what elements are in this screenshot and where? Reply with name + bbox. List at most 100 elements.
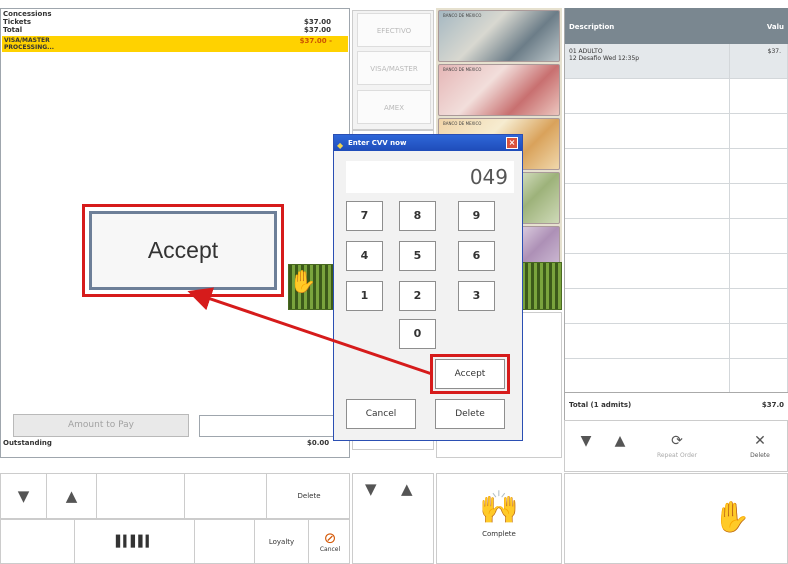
pos-screen: Concessions Tickets $37.00 Total $37.00 … [0,0,788,564]
barcode-button[interactable]: ▌▍▌▌▍ [75,520,195,563]
cvv-display: 049 [346,161,514,193]
app-icon: ◆ [337,141,344,150]
hand-icon: 🙌 [479,488,519,526]
bottom-action-bar: ▌▍▌▌▍ Loyalty ⊘ Cancel [0,519,350,564]
order-action-bar: ▼ ▲ ⟳ Repeat Order ✕ Delete [564,420,788,472]
cancel-icon: ⊘ [323,528,337,547]
visa-master-button[interactable]: VISA/MASTER [357,51,431,85]
order-line[interactable] [565,149,788,184]
key-9[interactable]: 9 [458,201,495,231]
order-total-row: Total (1 admits) $37.0 [565,392,788,420]
order-line[interactable] [565,324,788,359]
key-1[interactable]: 1 [346,281,383,311]
amount-to-pay-button[interactable]: Amount to Pay [13,414,189,437]
banknote-button[interactable]: BANCO DE MEXICO [438,64,560,116]
key-5[interactable]: 5 [399,241,436,271]
payment-value: $37.00 - [299,37,332,45]
scroll-down-button[interactable]: ▼ [1,474,47,518]
dialog-titlebar: ◆ Enter CVV now × [334,135,522,151]
delete-icon: ✕ [754,433,766,449]
item-price: $37. [767,48,781,55]
order-line[interactable] [565,184,788,219]
order-line[interactable] [565,359,788,394]
item-name: 01 ADULTO [569,48,603,55]
accept-callout: Accept [82,204,284,297]
cancel-label: Cancel [319,545,341,553]
banknote-label: BANCO DE MEXICO [443,121,482,126]
empty-button[interactable] [1,520,75,563]
delete-digit-button[interactable]: Delete [435,399,505,429]
row-value: $37.00 [303,26,331,34]
key-0[interactable]: 0 [399,319,436,349]
key-3[interactable]: 3 [458,281,495,311]
cancel-dialog-button[interactable]: Cancel [346,399,416,429]
down-arrow-icon[interactable]: ▼ [365,480,377,498]
outstanding-label: Outstanding [3,439,52,447]
cash-button[interactable]: EFECTIVO [357,13,431,47]
banknote-button[interactable]: BANCO DE MEXICO [438,10,560,62]
key-6[interactable]: 6 [458,241,495,271]
total-value: $37.0 [761,401,784,409]
item-detail: 12 Desafio Wed 12:35p [569,55,640,62]
accept-callout-button[interactable]: Accept [89,211,277,290]
middle-bottom-panel: ▼ ▲ [352,473,434,564]
delete-item-label: Delete [750,452,770,459]
summary-row-tickets: Tickets $37.00 [3,18,347,26]
cvv-dialog: ◆ Enter CVV now × 049 7 8 9 4 5 6 1 2 3 … [333,134,523,441]
payment-status: PROCESSING... [4,44,55,51]
empty-button[interactable] [185,474,267,518]
green-striped-button[interactable] [518,262,562,310]
scroll-up-button[interactable]: ▲ [47,474,97,518]
row-label: Concessions [3,10,52,18]
scroll-up-button[interactable]: ▲ [605,421,635,473]
loyalty-button[interactable]: Loyalty [255,520,309,563]
complete-button[interactable]: 🙌 Complete [436,473,562,564]
empty-button[interactable] [97,474,185,518]
delete-item-button[interactable]: ✕ Delete [735,421,785,473]
barcode-icon: ▌▍▌▌▍ [115,535,154,548]
key-2[interactable]: 2 [399,281,436,311]
complete-label: Complete [482,530,516,538]
amex-button[interactable]: AMEX [357,90,431,124]
order-line[interactable] [565,289,788,324]
empty-button[interactable] [195,520,255,563]
key-8[interactable]: 8 [399,201,436,231]
key-7[interactable]: 7 [346,201,383,231]
order-header: Description Valu [565,8,788,44]
delete-button[interactable]: Delete [267,474,351,518]
description-column-header: Description [569,23,615,31]
payment-row[interactable]: VISA/MASTER PROCESSING... $37.00 - [2,36,348,52]
total-label: Total (1 admits) [569,401,632,409]
payment-method: VISA/MASTER [4,37,50,44]
up-arrow-icon: ▲ [65,487,78,505]
banknote-label: BANCO DE MEXICO [443,13,482,18]
outstanding-value: $0.00 [307,439,330,447]
value-column-header: Valu [766,23,784,31]
up-arrow-icon[interactable]: ▲ [401,480,413,498]
right-bottom-panel[interactable]: ✋ [564,473,788,564]
order-line[interactable] [565,254,788,289]
repeat-order-button[interactable]: ⟳ Repeat Order [645,421,709,473]
hand-icon: ✋ [289,270,317,295]
banknote-label: BANCO DE MEXICO [443,67,482,72]
row-label: Tickets [3,18,32,26]
cancel-button[interactable]: ⊘ Cancel [309,520,351,563]
repeat-order-label: Repeat Order [656,452,698,459]
row-value: $37.00 [303,18,331,26]
order-line[interactable] [565,79,788,114]
hand-icon: ✋ [713,500,751,535]
down-arrow-icon: ▼ [580,433,592,449]
repeat-icon: ⟳ [671,433,683,449]
close-icon[interactable]: × [506,137,518,149]
order-line[interactable] [565,114,788,149]
row-label: Total [3,26,23,34]
payment-method-column: EFECTIVO VISA/MASTER AMEX [352,10,434,130]
key-4[interactable]: 4 [346,241,383,271]
accept-button[interactable]: Accept [435,359,505,389]
bottom-nav-bar: ▼ ▲ Delete [0,473,350,519]
order-line[interactable]: 01 ADULTO 12 Desafio Wed 12:35p $37. [565,44,788,79]
order-line[interactable] [565,219,788,254]
scroll-down-button[interactable]: ▼ [571,421,601,473]
amount-input[interactable] [199,415,335,437]
summary-row-concessions: Concessions [3,10,347,18]
